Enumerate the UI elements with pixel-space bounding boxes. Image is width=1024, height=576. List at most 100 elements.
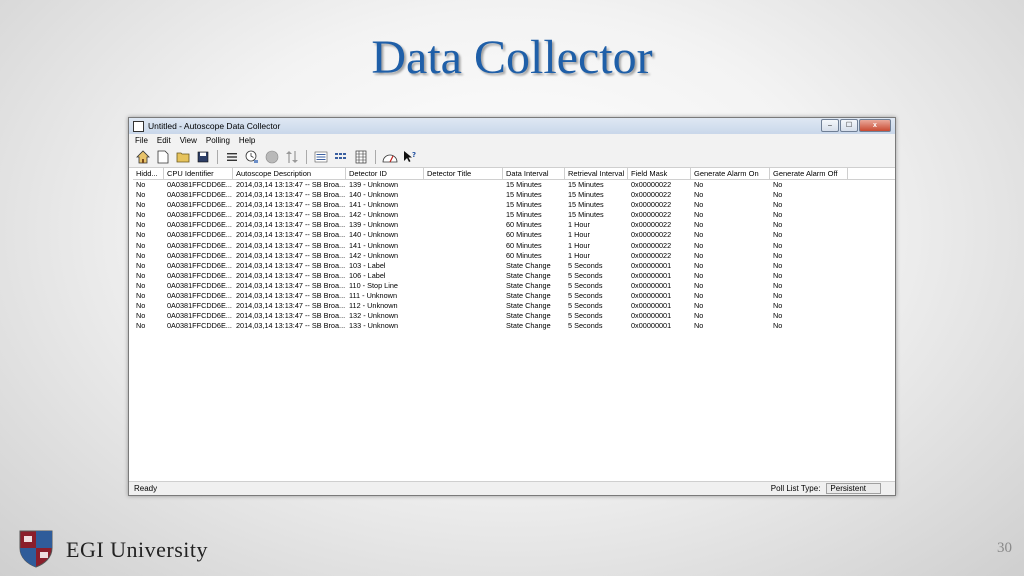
table-cell: No	[136, 280, 146, 290]
table-cell: 0x00000001	[631, 301, 672, 311]
table-cell: No	[694, 301, 704, 311]
column-header[interactable]: Hidd...	[133, 168, 164, 179]
gauge-icon[interactable]	[382, 149, 398, 165]
maximize-button[interactable]: ☐	[840, 119, 858, 132]
column-header[interactable]: Generate Alarm Off	[770, 168, 848, 179]
table-cell	[424, 241, 503, 251]
column-header[interactable]: Detector Title	[424, 168, 503, 179]
table-cell: State Change	[506, 270, 551, 280]
save-icon[interactable]	[195, 149, 211, 165]
menu-view[interactable]: View	[180, 136, 197, 145]
new-file-icon[interactable]	[155, 149, 171, 165]
egi-shield-logo	[19, 530, 53, 568]
table-cell: No	[773, 250, 783, 260]
column-header[interactable]: CPU Identifier	[164, 168, 233, 179]
status-bar: Ready Poll List Type: Persistent	[129, 481, 895, 495]
table-cell: No	[694, 200, 704, 210]
table-cell: 5 Seconds	[568, 280, 603, 290]
table-row[interactable]: No 0A0381FFCDD6E... 2014,03,14 13:13:47 --…	[133, 311, 895, 321]
table-cell: No	[694, 311, 704, 321]
close-button[interactable]: x	[859, 119, 891, 132]
table-row[interactable]: No 0A0381FFCDD6E... 2014,03,14 13:13:47 --…	[133, 301, 895, 311]
list-icon[interactable]	[224, 149, 240, 165]
table-cell: 0x00000022	[631, 190, 672, 200]
table-cell: 0A0381FFCDD6E...	[167, 260, 232, 270]
table-row[interactable]: No 0A0381FFCDD6E... 2014,03,14 13:13:47 --…	[133, 261, 895, 271]
table-cell: 110 - Stop Line	[349, 280, 398, 290]
table-cell: 0x00000001	[631, 291, 672, 301]
table-row[interactable]: No 0A0381FFCDD6E... 2014,03,14 13:13:47 --…	[133, 241, 895, 251]
table-cell: 0x00000001	[631, 270, 672, 280]
table-row[interactable]: No 0A0381FFCDD6E... 2014,03,14 13:13:47 --…	[133, 190, 895, 200]
svg-text:?: ?	[412, 151, 416, 159]
table-cell: 5 Seconds	[568, 311, 603, 321]
table-cell: No	[136, 250, 146, 260]
table-row[interactable]: No 0A0381FFCDD6E... 2014,03,14 13:13:47 --…	[133, 210, 895, 220]
table-cell: No	[694, 291, 704, 301]
table-cell: State Change	[506, 311, 551, 321]
menu-edit[interactable]: Edit	[157, 136, 171, 145]
table-row[interactable]: No 0A0381FFCDD6E... 2014,03,14 13:13:47 --…	[133, 321, 895, 331]
table-cell	[424, 220, 503, 230]
table-row[interactable]: No 0A0381FFCDD6E... 2014,03,14 13:13:47 --…	[133, 281, 895, 291]
table-cell: No	[136, 180, 146, 189]
table-cell: 2014,03,14 13:13:47 -- SB Broa...	[236, 220, 346, 230]
menu-file[interactable]: File	[135, 136, 148, 145]
table-row[interactable]: No 0A0381FFCDD6E... 2014,03,14 13:13:47 --…	[133, 271, 895, 281]
table-row[interactable]: No 0A0381FFCDD6E... 2014,03,14 13:13:47 --…	[133, 180, 895, 190]
help-cursor-icon[interactable]: ?	[402, 149, 418, 165]
menu-bar: File Edit View Polling Help	[129, 134, 895, 147]
table-cell: No	[694, 220, 704, 230]
column-header[interactable]: Detector ID	[346, 168, 424, 179]
table-cell: No	[694, 180, 704, 189]
window-titlebar[interactable]: Untitled - Autoscope Data Collector – ☐ …	[129, 118, 895, 134]
table-cell: State Change	[506, 280, 551, 290]
table-cell: State Change	[506, 260, 551, 270]
table-row[interactable]: No 0A0381FFCDD6E... 2014,03,14 13:13:47 --…	[133, 220, 895, 230]
menu-help[interactable]: Help	[239, 136, 255, 145]
detail-view-icon[interactable]	[313, 149, 329, 165]
table-cell: 139 - Unknown	[349, 180, 399, 189]
table-cell: 0A0381FFCDD6E...	[167, 180, 232, 189]
list-view-icon[interactable]	[333, 149, 349, 165]
table-cell: 0A0381FFCDD6E...	[167, 200, 232, 210]
table-cell: No	[136, 220, 146, 230]
table-cell: No	[773, 260, 783, 270]
table-cell: No	[136, 291, 146, 301]
table-row[interactable]: No 0A0381FFCDD6E... 2014,03,14 13:13:47 --…	[133, 291, 895, 301]
minimize-button[interactable]: –	[821, 119, 839, 132]
sort-icon[interactable]	[284, 149, 300, 165]
table-cell: State Change	[506, 291, 551, 301]
table-cell: 0x00000001	[631, 260, 672, 270]
open-folder-icon[interactable]	[175, 149, 191, 165]
column-header[interactable]: Data Interval	[503, 168, 565, 179]
column-header[interactable]: Autoscope Description	[233, 168, 346, 179]
menu-polling[interactable]: Polling	[206, 136, 230, 145]
table-cell: No	[136, 311, 146, 321]
column-header[interactable]: Field Mask	[628, 168, 691, 179]
table-cell: 2014,03,14 13:13:47 -- SB Broa...	[236, 321, 346, 331]
table-cell	[424, 210, 503, 220]
table-cell: No	[773, 180, 783, 189]
table-cell: 0A0381FFCDD6E...	[167, 210, 232, 220]
table-cell: 2014,03,14 13:13:47 -- SB Broa...	[236, 311, 346, 321]
column-header[interactable]: Generate Alarm On	[691, 168, 770, 179]
table-cell: 60 Minutes	[506, 230, 542, 240]
grid-view-icon[interactable]	[353, 149, 369, 165]
table-cell: No	[694, 321, 704, 331]
column-header[interactable]: Retrieval Interval	[565, 168, 628, 179]
record-icon[interactable]	[264, 149, 280, 165]
table-cell: 0x00000022	[631, 240, 672, 250]
home-icon[interactable]	[135, 149, 151, 165]
table-row[interactable]: No 0A0381FFCDD6E... 2014,03,14 13:13:47 --…	[133, 200, 895, 210]
table-cell: No	[773, 240, 783, 250]
window-title: Untitled - Autoscope Data Collector	[148, 121, 281, 131]
table-row[interactable]: No 0A0381FFCDD6E... 2014,03,14 13:13:47 --…	[133, 230, 895, 240]
table-cell: 2014,03,14 13:13:47 -- SB Broa...	[236, 230, 346, 240]
clock-icon[interactable]	[244, 149, 260, 165]
table-cell: 2014,03,14 13:13:47 -- SB Broa...	[236, 190, 346, 200]
table-cell: 140 - Unknown	[349, 230, 399, 240]
table-cell: 0A0381FFCDD6E...	[167, 311, 232, 321]
table-cell: No	[773, 291, 783, 301]
table-row[interactable]: No 0A0381FFCDD6E... 2014,03,14 13:13:47 --…	[133, 251, 895, 261]
